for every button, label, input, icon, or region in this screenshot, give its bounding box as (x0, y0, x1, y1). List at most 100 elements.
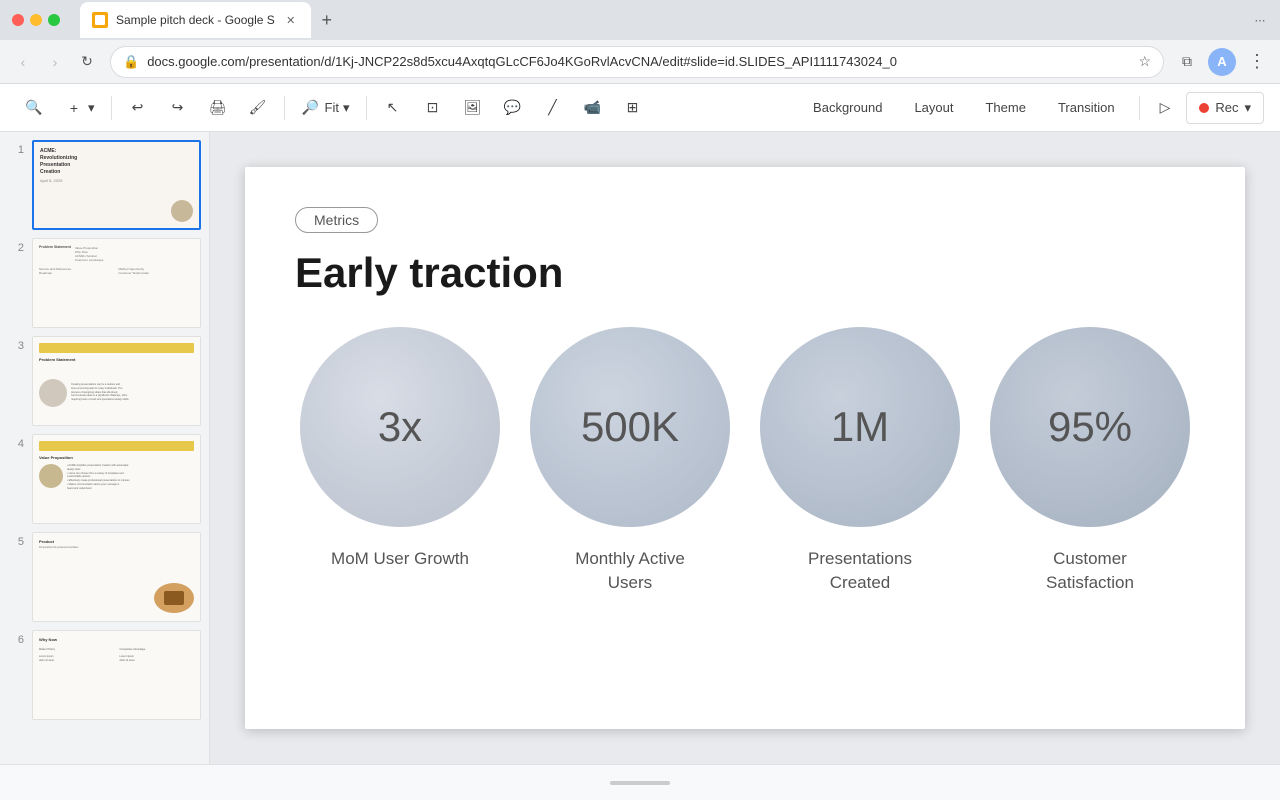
metric-value-1: 500K (581, 403, 679, 451)
slide-thumb-5[interactable]: Product Personalized AI-powered template… (32, 532, 201, 622)
slide-item-2[interactable]: 2 Problem Statement Value PropositionWhy… (8, 238, 201, 328)
forward-button[interactable]: › (40, 47, 70, 77)
s1-title: ACME:RevolutionizingPresentationCreation (40, 148, 193, 176)
maximize-button[interactable] (48, 14, 60, 26)
slide-heading: Early traction (295, 249, 1195, 297)
reload-button[interactable]: ↻ (72, 47, 102, 77)
metric-value-0: 3x (378, 403, 422, 451)
tab-close-button[interactable]: ✕ (283, 12, 299, 28)
slide-thumb-2[interactable]: Problem Statement Value PropositionWhy N… (32, 238, 201, 328)
close-button[interactable] (12, 14, 24, 26)
slide-thumb-3[interactable]: Problem Statement Creating presentations… (32, 336, 201, 426)
print-button[interactable]: 🖨 (200, 92, 236, 124)
slide-number-2: 2 (8, 238, 24, 254)
nav-buttons: ‹ › ↻ (8, 47, 102, 77)
window-controls[interactable]: ⋯ (1256, 8, 1280, 32)
slide-item-3[interactable]: 3 Problem Statement Creating presentatio… (8, 336, 201, 426)
line-icon: ╱ (543, 98, 563, 118)
s4-header (39, 441, 194, 451)
slide-canvas: Metrics Early traction 3x MoM User Growt… (245, 167, 1245, 729)
metric-item-0: 3x MoM User Growth (295, 327, 505, 571)
print-icon: 🖨 (208, 98, 228, 118)
canvas-area[interactable]: Metrics Early traction 3x MoM User Growt… (210, 132, 1280, 764)
rec-button[interactable]: Rec ▾ (1186, 92, 1264, 124)
addon-button[interactable]: ⊞ (615, 92, 651, 124)
s2-left: Service and ReferencesRoadmap (39, 267, 115, 275)
video-button[interactable]: 📹 (575, 92, 611, 124)
rec-arrow: ▾ (1244, 100, 1251, 116)
image-button[interactable]: 🖼 (455, 92, 491, 124)
play-button[interactable]: ▷ (1152, 92, 1179, 124)
zoom-arrow: ▾ (343, 100, 350, 116)
traffic-lights (0, 0, 72, 40)
slide-thumb-4[interactable]: Value Proposition • ACME simplifies pres… (32, 434, 201, 524)
slide-inner: Metrics Early traction 3x MoM User Growt… (245, 167, 1245, 729)
s3-header (39, 343, 194, 353)
toolbar-right: ⧉ A ⋮ (1172, 47, 1272, 77)
slide-number-4: 4 (8, 434, 24, 450)
s3-label: Problem Statement (39, 357, 194, 362)
tab-favicon (92, 12, 108, 28)
cursor-button[interactable]: ↖ (375, 92, 411, 124)
addon-icon: ⊞ (623, 98, 643, 118)
select-button[interactable]: ⊡ (415, 92, 451, 124)
s5-label: Product (39, 539, 194, 544)
shape-button[interactable]: 💬 (495, 92, 531, 124)
bookmark-icon[interactable]: ☆ (1138, 53, 1151, 70)
app-toolbar: 🔍 + ▾ ↩ ↪ 🖨 🖌 🔎 Fit ▾ (0, 84, 1280, 132)
slide-item-1[interactable]: 1 ACME:RevolutionizingPresentationCreati… (8, 140, 201, 230)
insert-button[interactable]: + ▾ (56, 92, 103, 124)
divider-right (1139, 96, 1140, 120)
divider-3 (366, 96, 367, 120)
zoom-label: Fit (325, 100, 339, 115)
metrics-badge: Metrics (295, 207, 378, 233)
active-tab[interactable]: Sample pitch deck - Google S ✕ (80, 2, 311, 38)
paint-format-button[interactable]: 🖌 (240, 92, 276, 124)
select-icon: ⊡ (423, 98, 443, 118)
slide-thumb-1[interactable]: ACME:RevolutionizingPresentationCreation… (32, 140, 201, 230)
metric-circle-1: 500K (530, 327, 730, 527)
s3-circle (39, 379, 67, 407)
slide-item-4[interactable]: 4 Value Proposition • ACME simplifies pr… (8, 434, 201, 524)
transition-button[interactable]: Transition (1046, 92, 1127, 124)
minimize-button[interactable] (30, 14, 42, 26)
undo-icon: ↩ (128, 98, 148, 118)
metric-label-0: MoM User Growth (331, 547, 469, 571)
zoom-button[interactable]: 🔎 Fit ▾ (293, 92, 358, 124)
slide-thumb-6[interactable]: Why Now Market HistoryLorem ipsumdolor s… (32, 630, 201, 720)
slide-item-5[interactable]: 5 Product Personalized AI-powered templa… (8, 532, 201, 622)
s1-circle-decoration (171, 200, 193, 222)
browser-frame: Sample pitch deck - Google S ✕ + ⋯ ‹ › ↻… (0, 0, 1280, 800)
back-button[interactable]: ‹ (8, 47, 38, 77)
slide-number-5: 5 (8, 532, 24, 548)
metric-label-2: PresentationsCreated (808, 547, 912, 595)
layout-button[interactable]: Layout (902, 92, 965, 124)
line-button[interactable]: ╱ (535, 92, 571, 124)
metrics-row: 3x MoM User Growth 500K Monthly ActiveUs… (295, 327, 1195, 689)
slide-number-1: 1 (8, 140, 24, 156)
metric-label-1: Monthly ActiveUsers (575, 547, 685, 595)
more-options-button[interactable]: ⋮ (1242, 47, 1272, 77)
theme-button[interactable]: Theme (973, 92, 1037, 124)
metric-value-3: 95% (1048, 403, 1132, 451)
video-icon: 📹 (583, 98, 603, 118)
url-text: docs.google.com/presentation/d/1Kj-JNCP2… (147, 54, 1130, 69)
s4-circle (39, 464, 63, 488)
profile-avatar[interactable]: A (1208, 48, 1236, 76)
new-tab-button[interactable]: + (311, 4, 343, 36)
s1-date: April 8, 2025 (40, 178, 193, 183)
extensions-button[interactable]: ⧉ (1172, 47, 1202, 77)
search-button[interactable]: 🔍 (16, 92, 52, 124)
redo-button[interactable]: ↪ (160, 92, 196, 124)
undo-button[interactable]: ↩ (120, 92, 156, 124)
slide-number-3: 3 (8, 336, 24, 352)
s5-text: Personalized AI-powered templates (39, 546, 194, 550)
metric-circle-3: 95% (990, 327, 1190, 527)
app-area: 🔍 + ▾ ↩ ↪ 🖨 🖌 🔎 Fit ▾ (0, 84, 1280, 800)
tab-title: Sample pitch deck - Google S (116, 13, 275, 27)
metric-value-2: 1M (831, 403, 889, 451)
metric-item-3: 95% CustomerSatisfaction (985, 327, 1195, 595)
address-bar[interactable]: 🔒 docs.google.com/presentation/d/1Kj-JNC… (110, 46, 1164, 78)
slide-item-6[interactable]: 6 Why Now Market HistoryLorem ipsumdolor… (8, 630, 201, 720)
background-button[interactable]: Background (801, 92, 894, 124)
